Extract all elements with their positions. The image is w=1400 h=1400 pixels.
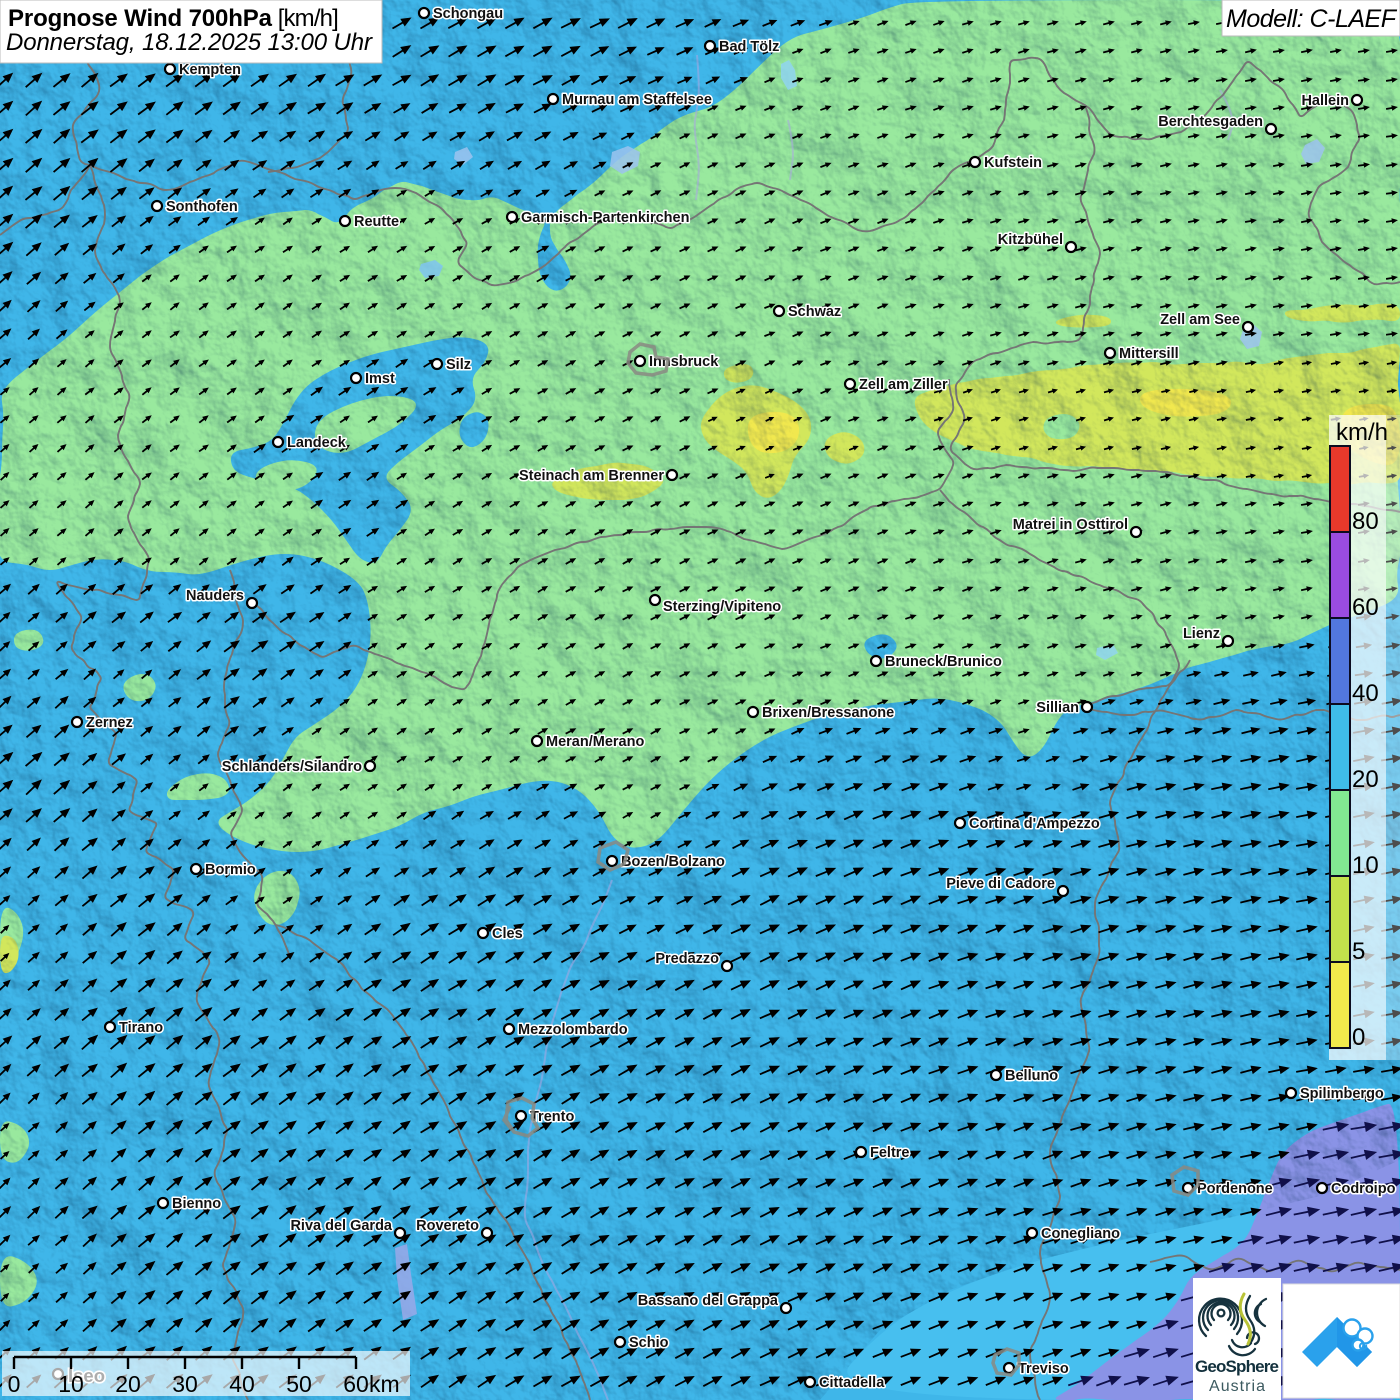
- svg-text:Meran/Merano: Meran/Merano: [546, 734, 644, 750]
- svg-text:Berchtesgaden: Berchtesgaden: [1158, 114, 1263, 130]
- svg-text:Sterzing/Vipiteno: Sterzing/Vipiteno: [663, 599, 781, 615]
- svg-text:Pordenone: Pordenone: [1197, 1181, 1273, 1197]
- svg-text:Conegliano: Conegliano: [1041, 1226, 1120, 1242]
- svg-text:Austria: Austria: [1209, 1378, 1265, 1395]
- svg-text:Cles: Cles: [492, 926, 523, 942]
- svg-text:Imst: Imst: [365, 371, 395, 387]
- svg-text:Kempten: Kempten: [179, 62, 241, 78]
- svg-text:20: 20: [115, 1371, 141, 1397]
- svg-text:Brixen/Bressanone: Brixen/Bressanone: [762, 705, 894, 721]
- svg-text:Mezzolombardo: Mezzolombardo: [518, 1022, 628, 1038]
- svg-text:Schongau: Schongau: [433, 6, 503, 22]
- svg-text:Murnau am Staffelsee: Murnau am Staffelsee: [562, 92, 712, 108]
- svg-text:Schwaz: Schwaz: [788, 304, 841, 320]
- svg-text:Pieve di Cadore: Pieve di Cadore: [946, 876, 1055, 892]
- svg-text:km: km: [369, 1371, 400, 1397]
- svg-text:60: 60: [343, 1371, 369, 1397]
- svg-text:Bad Tölz: Bad Tölz: [719, 39, 779, 55]
- svg-text:Prognose Wind 700hPa [km/h]: Prognose Wind 700hPa [km/h]: [8, 5, 339, 32]
- svg-text:Schlanders/Silandro: Schlanders/Silandro: [222, 759, 362, 775]
- svg-text:Feltre: Feltre: [870, 1145, 910, 1161]
- svg-text:Zell am See: Zell am See: [1160, 312, 1240, 328]
- svg-text:60: 60: [1352, 594, 1379, 621]
- svg-text:40: 40: [229, 1371, 255, 1397]
- svg-text:Sonthofen: Sonthofen: [166, 199, 238, 215]
- svg-text:Landeck: Landeck: [287, 435, 347, 451]
- svg-text:0: 0: [1352, 1024, 1365, 1051]
- svg-text:Tirano: Tirano: [119, 1020, 163, 1036]
- svg-text:Silz: Silz: [446, 357, 471, 373]
- svg-text:Kitzbühel: Kitzbühel: [998, 232, 1063, 248]
- svg-text:Belluno: Belluno: [1005, 1068, 1058, 1084]
- svg-text:20: 20: [1352, 766, 1379, 793]
- svg-text:Cittadella: Cittadella: [819, 1375, 885, 1391]
- svg-text:Spilimbergo: Spilimbergo: [1300, 1086, 1384, 1102]
- svg-text:40: 40: [1352, 680, 1379, 707]
- svg-text:Garmisch-Partenkirchen: Garmisch-Partenkirchen: [521, 210, 689, 226]
- svg-text:30: 30: [172, 1371, 198, 1397]
- svg-text:Nauders: Nauders: [186, 588, 244, 604]
- svg-text:Bruneck/Brunico: Bruneck/Brunico: [885, 654, 1002, 670]
- svg-text:Treviso: Treviso: [1018, 1361, 1069, 1377]
- svg-text:10: 10: [58, 1371, 84, 1397]
- svg-text:km/h: km/h: [1336, 419, 1388, 446]
- svg-text:80: 80: [1352, 508, 1379, 535]
- svg-text:Cortina d'Ampezzo: Cortina d'Ampezzo: [969, 816, 1100, 832]
- svg-text:Modell: C-LAEF: Modell: C-LAEF: [1226, 5, 1398, 33]
- svg-text:Predazzo: Predazzo: [655, 951, 719, 967]
- svg-text:Schio: Schio: [629, 1335, 669, 1351]
- svg-text:Mittersill: Mittersill: [1119, 346, 1179, 362]
- svg-text:Hallein: Hallein: [1301, 93, 1349, 109]
- svg-text:5: 5: [1352, 938, 1365, 965]
- svg-text:Bozen/Bolzano: Bozen/Bolzano: [621, 854, 725, 870]
- svg-text:Bassano del Grappa: Bassano del Grappa: [638, 1293, 779, 1309]
- svg-text:Bienno: Bienno: [172, 1196, 221, 1212]
- svg-text:Steinach am Brenner: Steinach am Brenner: [519, 468, 664, 484]
- svg-text:Donnerstag, 18.12.2025 13:00 U: Donnerstag, 18.12.2025 13:00 Uhr: [6, 29, 373, 56]
- svg-text:Lienz: Lienz: [1183, 626, 1220, 642]
- svg-text:Zernez: Zernez: [86, 715, 133, 731]
- svg-text:10: 10: [1352, 852, 1379, 879]
- svg-text:Rovereto: Rovereto: [416, 1218, 479, 1234]
- svg-text:Reutte: Reutte: [354, 214, 399, 230]
- svg-text:Riva del Garda: Riva del Garda: [290, 1218, 392, 1234]
- svg-text:0: 0: [8, 1371, 21, 1397]
- svg-text:Kufstein: Kufstein: [984, 155, 1042, 171]
- svg-text:Codroipo: Codroipo: [1331, 1181, 1396, 1197]
- svg-text:GeoSphere: GeoSphere: [1195, 1357, 1279, 1376]
- svg-text:Zell am Ziller: Zell am Ziller: [859, 377, 948, 393]
- svg-text:50: 50: [286, 1371, 312, 1397]
- svg-text:Matrei in Osttirol: Matrei in Osttirol: [1013, 517, 1128, 533]
- svg-text:Bormio: Bormio: [205, 862, 256, 878]
- svg-text:Sillian: Sillian: [1036, 700, 1079, 716]
